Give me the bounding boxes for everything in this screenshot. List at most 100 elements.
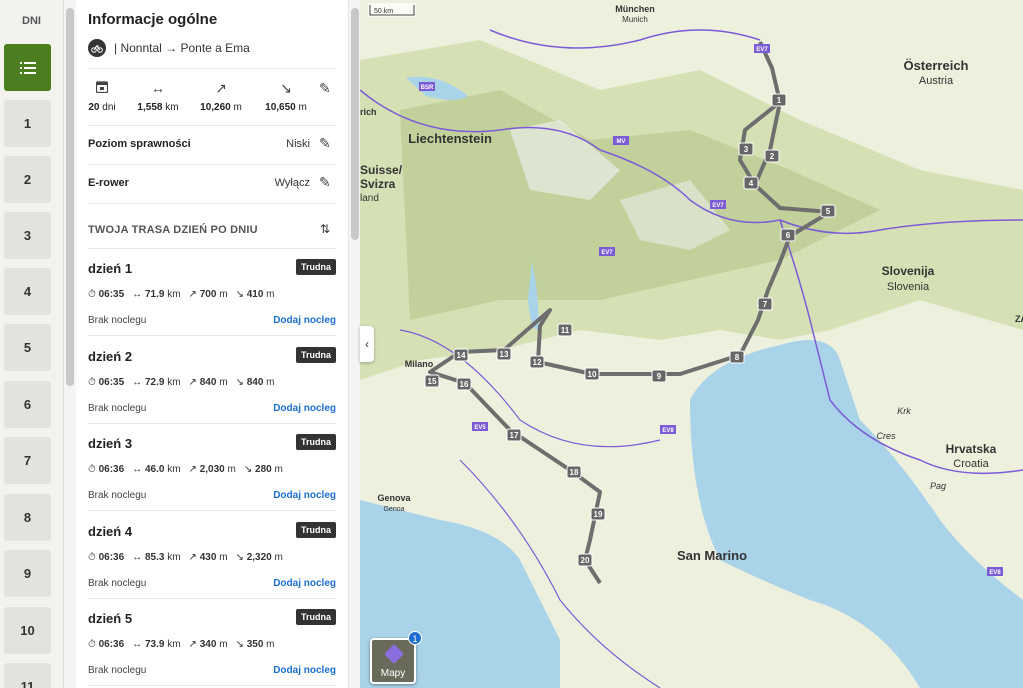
stage-marker-label: 4 — [749, 179, 754, 188]
map-label-austria: Austria — [919, 75, 954, 87]
day-card[interactable]: dzień 4 Trudna ⏱ 06:36 ↔ 85.3 km ↗ 430 m ↘ 2,… — [88, 512, 336, 599]
map-layers-button[interactable]: Mapy — [370, 638, 416, 684]
day-ascent-unit: m — [227, 464, 236, 475]
day-card[interactable]: dzień 1 Trudna ⏱ 06:35 ↔ 71.9 km ↗ 700 m ↘ 41… — [88, 249, 336, 336]
day-card[interactable]: dzień 3 Trudna ⏱ 06:36 ↔ 46.0 km ↗ 2,030 m ↘ … — [88, 424, 336, 511]
ascent-arrow-icon: ↗ — [188, 551, 197, 563]
day-ascent-unit: m — [219, 551, 228, 563]
map-route-shield-mv: MV — [617, 139, 626, 145]
day-descent-unit: m — [274, 464, 283, 475]
day-descent: 2,320 — [246, 551, 272, 563]
sort-arrows-icon[interactable]: ⇅ — [320, 222, 330, 236]
day-time: 06:36 — [98, 551, 125, 563]
day-distance-unit: km — [167, 464, 181, 475]
stage-marker-label: 5 — [826, 207, 831, 216]
map-route-shield-ev8: EV8 — [662, 428, 674, 434]
day-descent: 410 — [246, 289, 264, 300]
divider — [88, 164, 336, 165]
add-lodging-link[interactable]: Dodaj nocleg — [273, 578, 336, 589]
map-label-genoa: Genoa — [383, 506, 404, 513]
day-button-1[interactable]: 1 — [4, 100, 51, 147]
ascent-arrow-icon: ↗ — [188, 376, 197, 388]
edit-trip-pencil-icon[interactable]: ✎ — [319, 80, 331, 97]
stage-marker-label: 8 — [735, 353, 740, 362]
day-ascent: 840 — [199, 376, 217, 388]
ascent-arrow-icon: ↗ — [215, 80, 227, 96]
map-label-zurich-fragment: rich — [360, 107, 377, 117]
stage-marker-label: 12 — [533, 358, 542, 367]
list-icon — [19, 61, 36, 74]
day-distance: 46.0 — [144, 464, 165, 475]
stat-distance: ↔ 1,558 km — [132, 80, 184, 113]
map-label-liechtenstein: Liechtenstein — [408, 131, 492, 146]
layers-diamond-icon — [384, 644, 404, 664]
overview-list-button[interactable] — [4, 44, 51, 91]
day-distance: 85.3 — [144, 551, 165, 563]
day-distance: 73.9 — [144, 639, 165, 650]
day-ascent: 430 — [199, 551, 217, 563]
descent-arrow-icon: ↘ — [280, 80, 292, 96]
collapse-panel-button[interactable]: ‹ — [360, 326, 374, 362]
day-button-3[interactable]: 3 — [4, 212, 51, 259]
stage-marker-label: 17 — [510, 431, 519, 440]
day-button-7[interactable]: 7 — [4, 437, 51, 484]
day-distance-unit: km — [167, 551, 181, 563]
route-map[interactable]: EV7 EV7 EV7 BSR MV EV5 EV8 EV8 123456789… — [360, 0, 1023, 688]
ebike-label: E-rower — [88, 177, 129, 189]
day-ascent-unit: m — [219, 376, 228, 388]
rail-scrollbar[interactable] — [64, 0, 76, 688]
map-label-slovenia: Slovenia — [887, 281, 930, 293]
add-lodging-link[interactable]: Dodaj nocleg — [273, 665, 336, 676]
add-lodging-link[interactable]: Dodaj nocleg — [273, 315, 336, 326]
map-layers-badge: 1 — [408, 631, 422, 645]
stage-marker-label: 11 — [561, 326, 570, 335]
day-button-11[interactable]: 11 — [4, 663, 51, 688]
distance-arrows-icon: ↔ — [132, 464, 143, 475]
day-distance-unit: km — [167, 376, 181, 388]
day-button-5[interactable]: 5 — [4, 324, 51, 371]
stat-days: 20 dni — [76, 80, 128, 113]
trip-stats: 20 dni ↔ 1,558 km ↗ 10,260 m ↘ 10,650 m — [88, 80, 338, 116]
panel-scrollbar[interactable] — [348, 0, 360, 688]
day-descent: 350 — [246, 639, 264, 650]
difficulty-badge: Trudna — [295, 521, 336, 538]
map-label-krk: Krk — [897, 406, 911, 416]
day-card[interactable]: dzień 5 Trudna ⏱ 06:36 ↔ 73.9 km ↗ 340 m ↘ 35… — [88, 599, 336, 686]
add-lodging-link[interactable]: Dodaj nocleg — [273, 490, 336, 501]
panel-scrollbar-thumb[interactable] — [351, 8, 359, 240]
day-time: 06:36 — [98, 639, 125, 650]
day-title: dzień 4 — [88, 523, 133, 539]
day-button-10[interactable]: 10 — [4, 607, 51, 654]
distance-arrows-icon: ↔ — [132, 639, 143, 650]
stage-marker-label: 9 — [657, 372, 662, 381]
edit-fitness-pencil-icon[interactable]: ✎ — [319, 135, 331, 152]
day-descent-unit: m — [266, 289, 275, 300]
add-lodging-link[interactable]: Dodaj nocleg — [273, 403, 336, 414]
stat-ascent-value: 10,260 — [200, 102, 231, 113]
ascent-arrow-icon: ↗ — [188, 289, 197, 300]
day-button-2[interactable]: 2 — [4, 156, 51, 203]
day-button-4[interactable]: 4 — [4, 268, 51, 315]
map-route-shield-ev5: EV5 — [474, 425, 486, 431]
day-time: 06:35 — [98, 376, 125, 388]
stage-marker-label: 19 — [594, 510, 603, 519]
map-canvas[interactable]: EV7 EV7 EV7 BSR MV EV5 EV8 EV8 123456789… — [360, 0, 1023, 688]
day-descent: 280 — [255, 464, 272, 475]
day-descent-unit: m — [266, 639, 275, 650]
stage-marker-label: 15 — [428, 377, 437, 386]
divider — [88, 203, 336, 204]
map-label-munchen: München — [615, 4, 655, 14]
day-distance-unit: km — [167, 289, 181, 300]
stage-marker-label: 16 — [460, 380, 469, 389]
day-button-8[interactable]: 8 — [4, 494, 51, 541]
rail-scrollbar-thumb[interactable] — [66, 8, 74, 386]
lodging-status: Brak noclegu — [88, 665, 147, 676]
day-distance: 71.9 — [144, 289, 165, 300]
stage-marker-label: 20 — [581, 556, 590, 565]
day-button-6[interactable]: 6 — [4, 381, 51, 428]
day-card[interactable]: dzień 2 Trudna ⏱ 06:35 ↔ 72.9 km ↗ 840 m ↘ 84… — [88, 337, 336, 424]
edit-ebike-pencil-icon[interactable]: ✎ — [319, 174, 331, 191]
day-stats: ⏱ 06:35 ↔ 71.9 km ↗ 700 m ↘ 410 m — [88, 289, 275, 300]
day-button-9[interactable]: 9 — [4, 550, 51, 597]
day-ascent: 700 — [199, 289, 217, 300]
